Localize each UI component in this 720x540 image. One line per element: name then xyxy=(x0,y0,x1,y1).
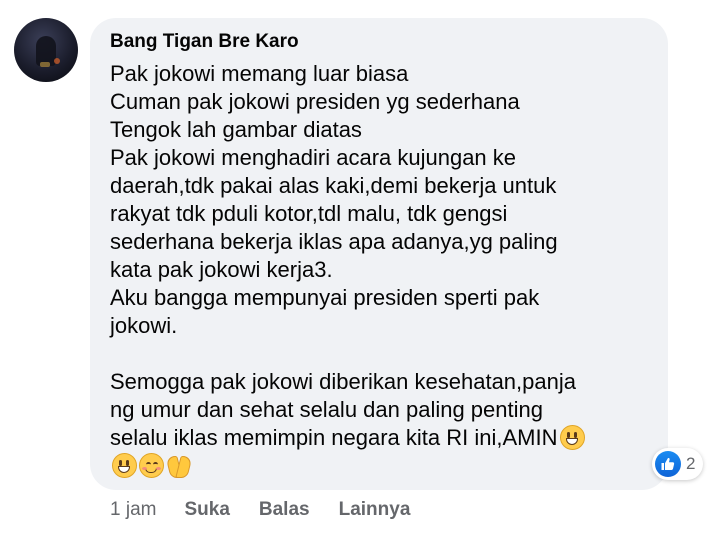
comment-line: Pak jokowi menghadiri acara kujungan ke xyxy=(110,145,517,170)
comment-line-with-emoji: selalu iklas memimpin negara kita RI ini… xyxy=(110,424,648,452)
comment-actions: 1 jam Suka Balas Lainnya xyxy=(110,498,439,522)
comment-bubble: Bang Tigan Bre Karo Pak jokowi memang lu… xyxy=(90,18,668,490)
comment-line: selalu iklas memimpin negara kita RI ini… xyxy=(110,425,558,450)
avatar[interactable] xyxy=(14,18,78,82)
comment-line: rakyat tdk pduli kotor,tdl malu, tdk gen… xyxy=(110,201,508,226)
grinning-face-emoji xyxy=(112,453,137,478)
comment-line: Aku bangga mempunyai presiden sperti pak xyxy=(110,285,540,310)
comment-line-blank xyxy=(110,340,648,368)
comment-timestamp[interactable]: 1 jam xyxy=(110,498,156,522)
emoji-row xyxy=(110,452,648,480)
comment-line: Tengok lah gambar diatas xyxy=(110,117,362,142)
reply-button[interactable]: Balas xyxy=(259,498,310,522)
like-button[interactable]: Suka xyxy=(184,498,229,522)
comment-line: daerah,tdk pakai alas kaki,demi bekerja … xyxy=(110,173,557,198)
comment-line: ng umur dan sehat selalu dan paling pent… xyxy=(110,397,543,422)
reaction-count: 2 xyxy=(686,454,696,473)
comment-line: jokowi. xyxy=(110,313,178,338)
folded-hands-emoji xyxy=(165,453,193,478)
comment-body: Pak jokowi memang luar biasa Cuman pak j… xyxy=(110,60,648,480)
comment-line: Pak jokowi memang luar biasa xyxy=(110,61,409,86)
comment-line: sederhana bekerja iklas apa adanya,yg pa… xyxy=(110,229,558,254)
comment-line: Cuman pak jokowi presiden yg sederhana xyxy=(110,89,520,114)
more-button[interactable]: Lainnya xyxy=(339,498,411,522)
comment-line: kata pak jokowi kerja3. xyxy=(110,257,333,282)
comment-author[interactable]: Bang Tigan Bre Karo xyxy=(110,30,648,54)
thumbs-up-icon xyxy=(655,451,681,477)
comment-line: Semogga pak jokowi diberikan kesehatan,p… xyxy=(110,369,576,394)
smiling-face-with-smiling-eyes-emoji xyxy=(139,453,164,478)
grinning-face-emoji xyxy=(559,425,585,450)
reaction-summary[interactable]: 2 xyxy=(652,448,704,480)
